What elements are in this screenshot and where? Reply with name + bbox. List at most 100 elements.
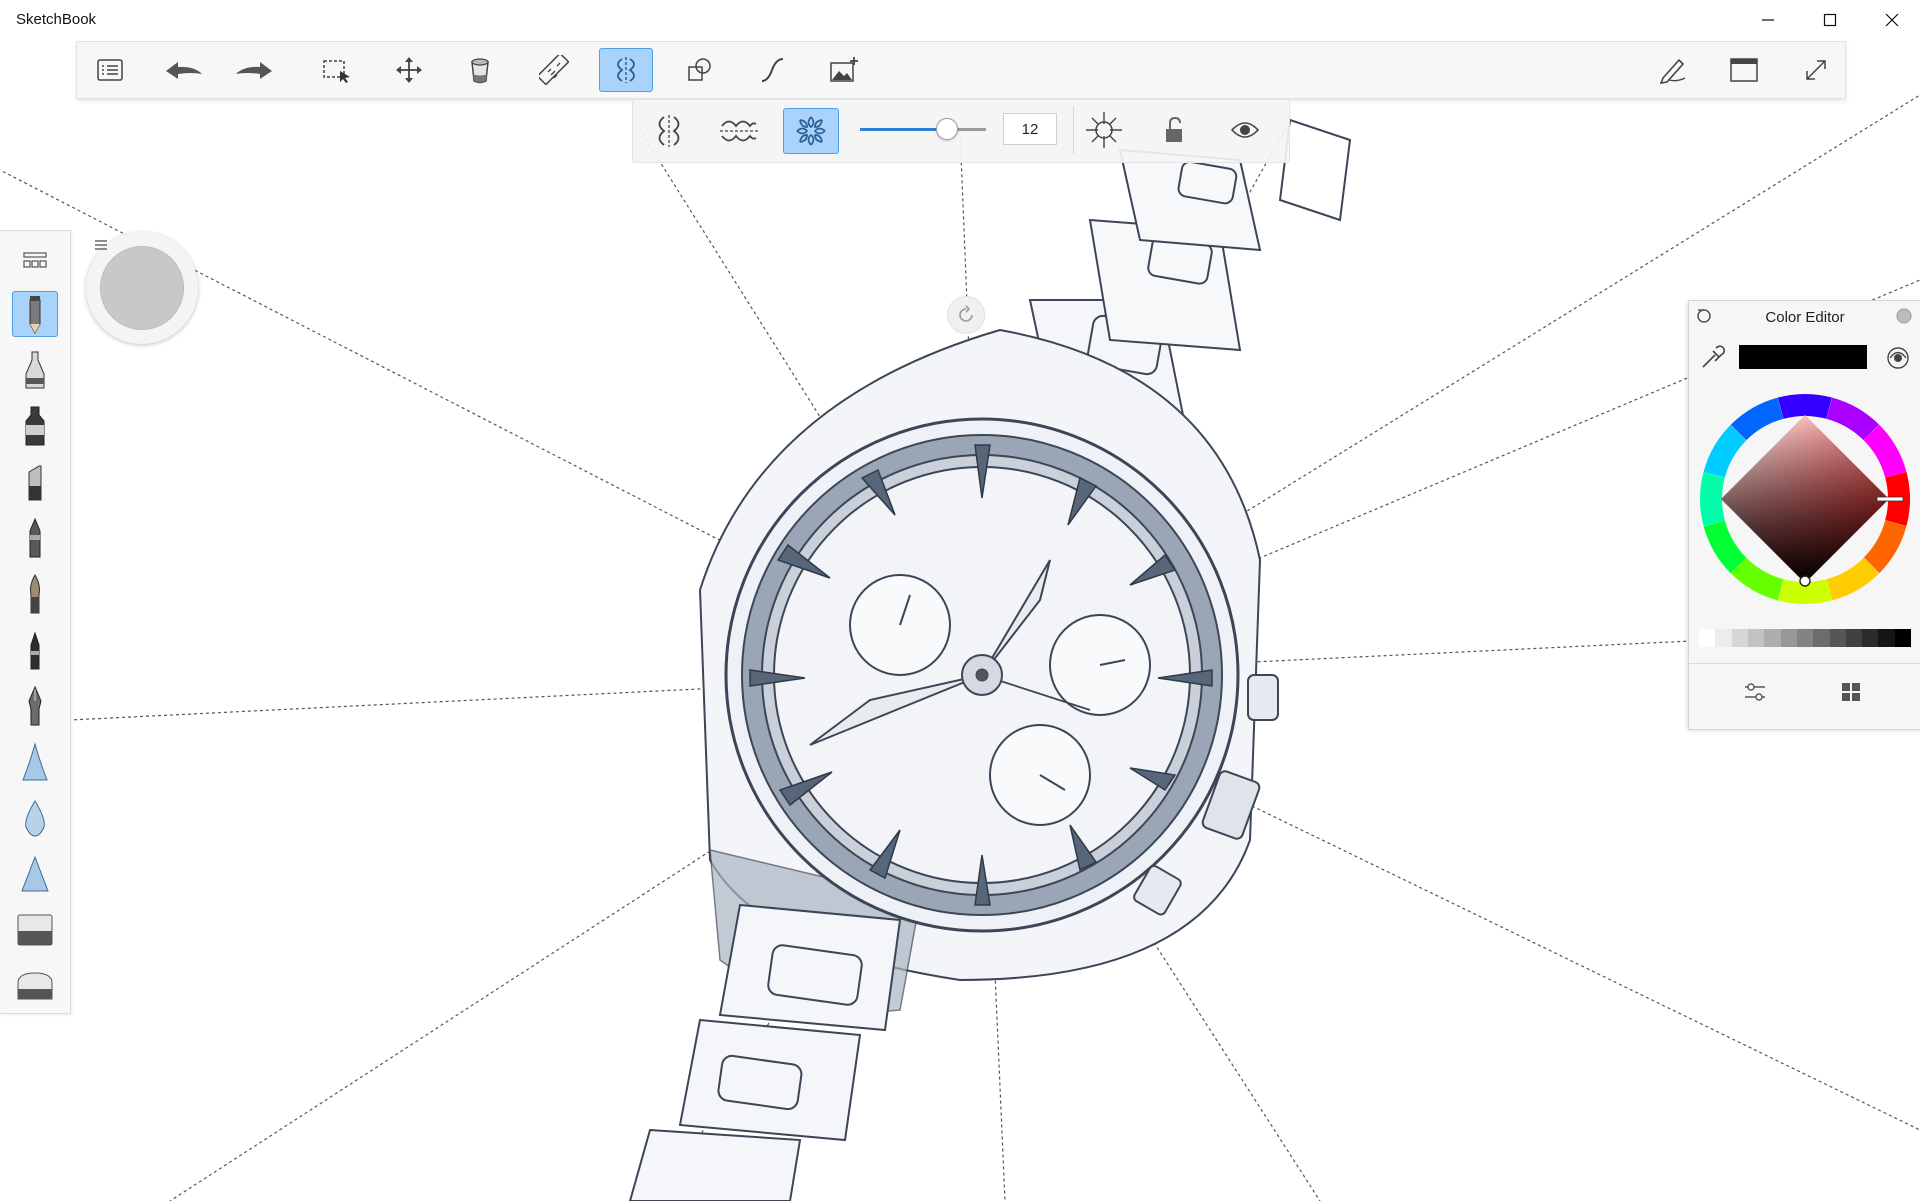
hamburger-icon — [95, 240, 107, 250]
color-harmony-icon[interactable] — [1885, 345, 1911, 371]
brush-pencil[interactable] — [12, 291, 58, 337]
undo-button[interactable] — [157, 48, 211, 92]
triangle-soft-icon — [22, 742, 48, 781]
pencil-icon — [29, 296, 41, 334]
brush-ballpoint-pen[interactable] — [12, 515, 58, 561]
ballpoint-pen-icon — [29, 517, 41, 558]
brush-fineliner[interactable] — [12, 627, 58, 673]
fill-button[interactable] — [454, 48, 508, 92]
sector-count-slider[interactable] — [860, 128, 986, 131]
add-image-button[interactable] — [817, 48, 871, 92]
color-editor-panel: Color Editor — [1688, 300, 1920, 730]
symmetry-button[interactable] — [599, 48, 653, 92]
shapes-button[interactable] — [673, 48, 727, 92]
panel-close-icon[interactable] — [1895, 307, 1913, 325]
hue-marker[interactable] — [1876, 496, 1904, 502]
gray-swatch[interactable] — [1747, 629, 1765, 647]
canvas-rotate-handle[interactable] — [947, 296, 985, 334]
gray-swatch[interactable] — [1862, 629, 1879, 647]
brush-airbrush[interactable] — [12, 347, 58, 393]
radial-symmetry-icon — [796, 116, 826, 146]
brush-palette — [0, 230, 71, 1014]
gray-swatch[interactable] — [1894, 629, 1912, 647]
grid-menu-icon — [23, 252, 47, 268]
gray-swatch[interactable] — [1731, 629, 1748, 647]
symmetry-vertical-icon — [658, 115, 680, 147]
grid-icon — [1842, 683, 1860, 701]
pen-icon — [1659, 58, 1686, 84]
watch-sketch — [628, 118, 1352, 1201]
toolbar-divider — [1073, 106, 1074, 154]
gray-swatch[interactable] — [1715, 629, 1732, 647]
sector-count-field[interactable]: 12 — [1003, 113, 1057, 145]
water-drop-icon — [25, 800, 45, 837]
puck-color-swatch[interactable] — [100, 246, 184, 330]
redo-arrow-icon — [236, 62, 272, 79]
symmetry-x-button[interactable] — [641, 108, 697, 154]
brush-ink-pen[interactable] — [12, 683, 58, 729]
lasso-select-icon — [323, 60, 350, 83]
fullscreen-button[interactable] — [1789, 48, 1843, 92]
symmetry-y-button[interactable] — [711, 108, 767, 154]
ink-pen-icon — [28, 685, 42, 726]
eyedropper-icon[interactable] — [1699, 345, 1725, 371]
redo-button[interactable] — [227, 48, 281, 92]
fineliner-icon — [30, 631, 40, 670]
symmetry-center-button[interactable] — [1076, 107, 1132, 153]
puck-menu-button[interactable] — [94, 238, 108, 256]
swatches-button[interactable] — [1831, 673, 1871, 711]
brush-blue-triangle[interactable] — [12, 739, 58, 785]
brush-triangle[interactable] — [12, 851, 58, 897]
color-editor-title: Color Editor — [1765, 309, 1845, 326]
curve-button[interactable] — [745, 48, 799, 92]
symmetry-radial-button[interactable] — [783, 108, 839, 154]
transform-button[interactable] — [382, 48, 436, 92]
brush-marker[interactable] — [12, 403, 58, 449]
color-marker[interactable] — [1799, 575, 1811, 587]
brush-palette-menu[interactable] — [12, 237, 58, 283]
panel-divider — [1689, 663, 1920, 664]
gray-swatch[interactable] — [1829, 629, 1846, 647]
selection-button[interactable] — [310, 48, 364, 92]
gray-swatch[interactable] — [1764, 629, 1781, 647]
eraser-round-icon — [17, 972, 53, 1000]
slider-fill — [860, 128, 940, 131]
crosshair-sun-icon — [1086, 112, 1122, 148]
current-color-swatch[interactable] — [1739, 345, 1867, 369]
gray-swatch[interactable] — [1878, 629, 1895, 647]
list-icon — [97, 59, 123, 81]
drawing-canvas[interactable] — [0, 0, 1920, 1201]
add-image-icon — [830, 57, 858, 82]
slider-thumb[interactable] — [936, 118, 958, 140]
eraser-block-icon — [17, 914, 53, 946]
window-icon — [1730, 58, 1758, 82]
airbrush-icon — [25, 351, 45, 389]
soft-brush-icon — [30, 574, 40, 614]
layout-button[interactable] — [1717, 48, 1771, 92]
sliders-icon — [1745, 683, 1765, 701]
brush-eraser-round[interactable] — [12, 963, 58, 1009]
brush-chisel-marker[interactable] — [12, 459, 58, 505]
ruler-icon — [539, 55, 569, 85]
gray-swatch[interactable] — [1796, 629, 1814, 647]
visibility-button[interactable] — [1217, 107, 1273, 153]
brush-eraser-block[interactable] — [12, 907, 58, 953]
brush-water-drop[interactable] — [12, 795, 58, 841]
pen-settings-button[interactable] — [1645, 48, 1699, 92]
curve-icon — [761, 58, 784, 82]
gray-swatch[interactable] — [1780, 629, 1797, 647]
paint-bucket-icon — [471, 58, 489, 84]
gray-swatch-row[interactable] — [1699, 629, 1912, 647]
move-arrows-icon — [396, 57, 422, 83]
color-wheel[interactable] — [1697, 391, 1913, 607]
lock-button[interactable] — [1146, 107, 1202, 153]
gray-swatch[interactable] — [1845, 629, 1863, 647]
symmetry-icon — [617, 57, 635, 83]
ruler-button[interactable] — [527, 48, 581, 92]
color-sliders-button[interactable] — [1735, 673, 1775, 711]
expand-icon — [1806, 60, 1826, 80]
brush-soft[interactable] — [12, 571, 58, 617]
brush-library-button[interactable] — [83, 48, 137, 92]
gray-swatch[interactable] — [1699, 629, 1716, 647]
gray-swatch[interactable] — [1813, 629, 1830, 647]
